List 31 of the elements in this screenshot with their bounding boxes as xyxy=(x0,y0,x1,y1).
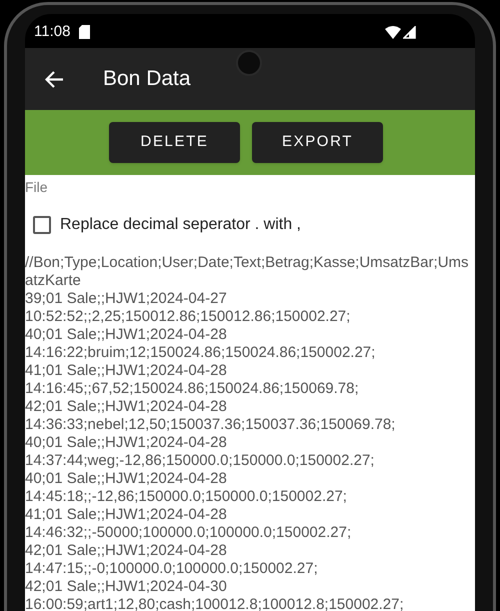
file-content-line: 14:37:44;weg;-12,86;150000.0;150000.0;150002.27; xyxy=(25,452,374,470)
checkbox[interactable] xyxy=(33,216,51,234)
file-content-line: 41;01 Sale;;HJW1;2024-04-28 xyxy=(25,506,227,524)
back-arrow-icon[interactable] xyxy=(45,70,64,88)
file-content-line: 14:16:22;bruim;12;150024.86;150024.86;150002.27; xyxy=(25,344,376,362)
file-content-line: 14:36:33;nebel;12,50;150037.36;150037.36;150069.78; xyxy=(25,416,396,434)
file-content-line: 14:45:18;;-12,86;150000.0;150000.0;150002.27; xyxy=(25,488,347,506)
file-content-line: 39;01 Sale;;HJW1;2024-04-27 xyxy=(25,290,227,308)
action-button[interactable]: EXPORT xyxy=(252,122,383,163)
file-content-line: 14:46:32;;-50000;100000.0;100000.0;150002.27; xyxy=(25,524,352,542)
file-content-line: 42;01 Sale;;HJW1;2024-04-28 xyxy=(25,398,227,416)
action-button[interactable]: DELETE xyxy=(109,122,240,163)
file-content-line: 14:16:45;;67,52;150024.86;150024.86;150069.78; xyxy=(25,380,359,398)
screen-title: Bon Data xyxy=(103,66,191,92)
file-content-line: 16:00:59;art1;12,80;cash;100012.8;100012.8;150002.27; xyxy=(25,596,404,611)
file-content-line: //Bon;Type;Location;User;Date;Text;Betrag;Kasse;UmsatzBar;Ums xyxy=(25,254,469,272)
file-content-line: 40;01 Sale;;HJW1;2024-04-28 xyxy=(25,434,227,452)
signal-icon xyxy=(403,26,416,38)
status-time: 11:08 xyxy=(34,22,70,42)
checkbox-label: Replace decimal seperator . with , xyxy=(60,215,301,235)
file-content-line: 42;01 Sale;;HJW1;2024-04-30 xyxy=(25,578,227,596)
file-content-line: 14:47:15;;-0;100000.0;100000.0;150002.27; xyxy=(25,560,318,578)
file-content-line: 40;01 Sale;;HJW1;2024-04-28 xyxy=(25,326,227,344)
file-content-line: 42;01 Sale;;HJW1;2024-04-28 xyxy=(25,542,227,560)
file-content-line: 40;01 Sale;;HJW1;2024-04-28 xyxy=(25,470,227,488)
file-content-line: atzKarte xyxy=(25,272,81,290)
file-content-line: 41;01 Sale;;HJW1;2024-04-28 xyxy=(25,362,227,380)
sd-card-icon xyxy=(79,25,90,39)
wifi-icon xyxy=(385,26,401,38)
file-content-line: 10:52:52;;2,25;150012.86;150012.86;150002.27; xyxy=(25,308,350,326)
file-label: File xyxy=(25,178,48,197)
